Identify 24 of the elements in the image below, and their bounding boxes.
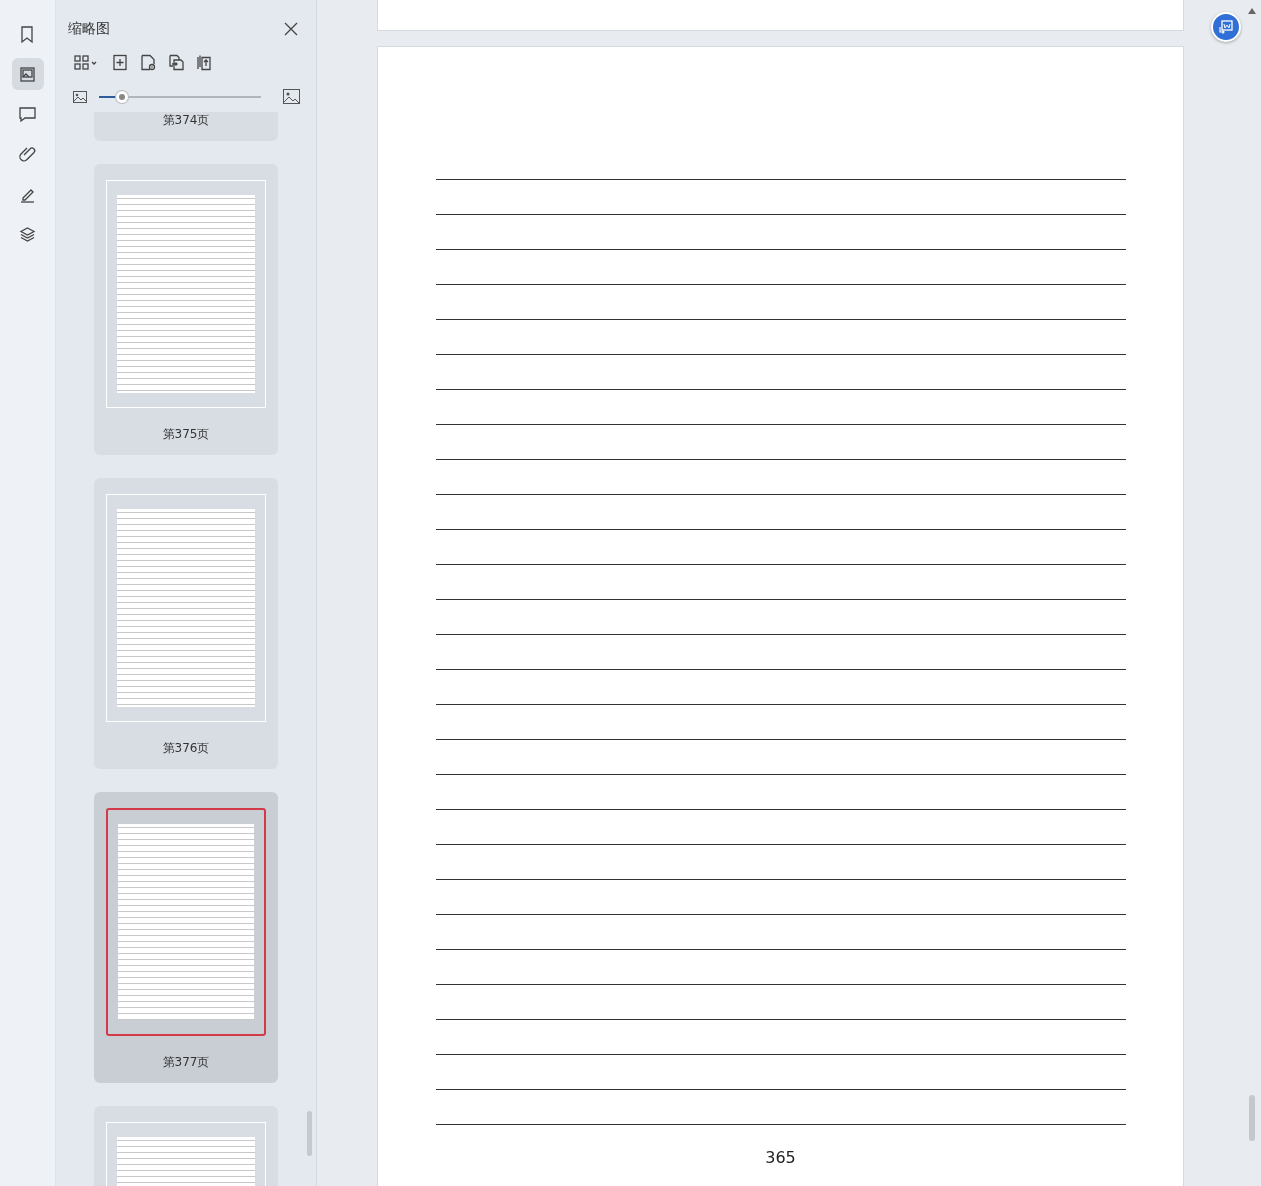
- page-label: 第374页: [162, 112, 210, 129]
- page-label: 第377页: [162, 1054, 210, 1071]
- page-number: 365: [765, 1148, 796, 1167]
- add-page-icon[interactable]: [112, 54, 128, 71]
- document-convert-icon: [1218, 19, 1234, 35]
- convert-document-button[interactable]: [1211, 12, 1241, 42]
- page-thumbnail-card[interactable]: 第375页: [94, 164, 278, 455]
- scrollbar-thumb[interactable]: [1249, 1095, 1255, 1141]
- page-thumbnail-card[interactable]: 第374页: [94, 112, 278, 141]
- scroll-up-icon[interactable]: [1248, 8, 1256, 14]
- small-image-icon[interactable]: [73, 90, 87, 103]
- panel-title: 缩略图: [68, 20, 110, 38]
- large-image-icon[interactable]: [283, 89, 300, 104]
- page-label: 第375页: [162, 426, 210, 443]
- image-icon[interactable]: [11, 58, 44, 90]
- slider-thumb[interactable]: [115, 90, 128, 103]
- page-swap-icon[interactable]: [168, 54, 184, 71]
- close-icon[interactable]: [284, 22, 298, 36]
- page-thumbnail-card[interactable]: 第376页: [94, 478, 278, 769]
- page-export-icon[interactable]: [196, 54, 212, 71]
- page-thumbnail-card[interactable]: 第377页: [94, 792, 278, 1083]
- scrollbar-thumb[interactable]: [307, 1111, 312, 1156]
- page-gear-icon[interactable]: [140, 54, 156, 71]
- page-label: 第376页: [162, 740, 210, 757]
